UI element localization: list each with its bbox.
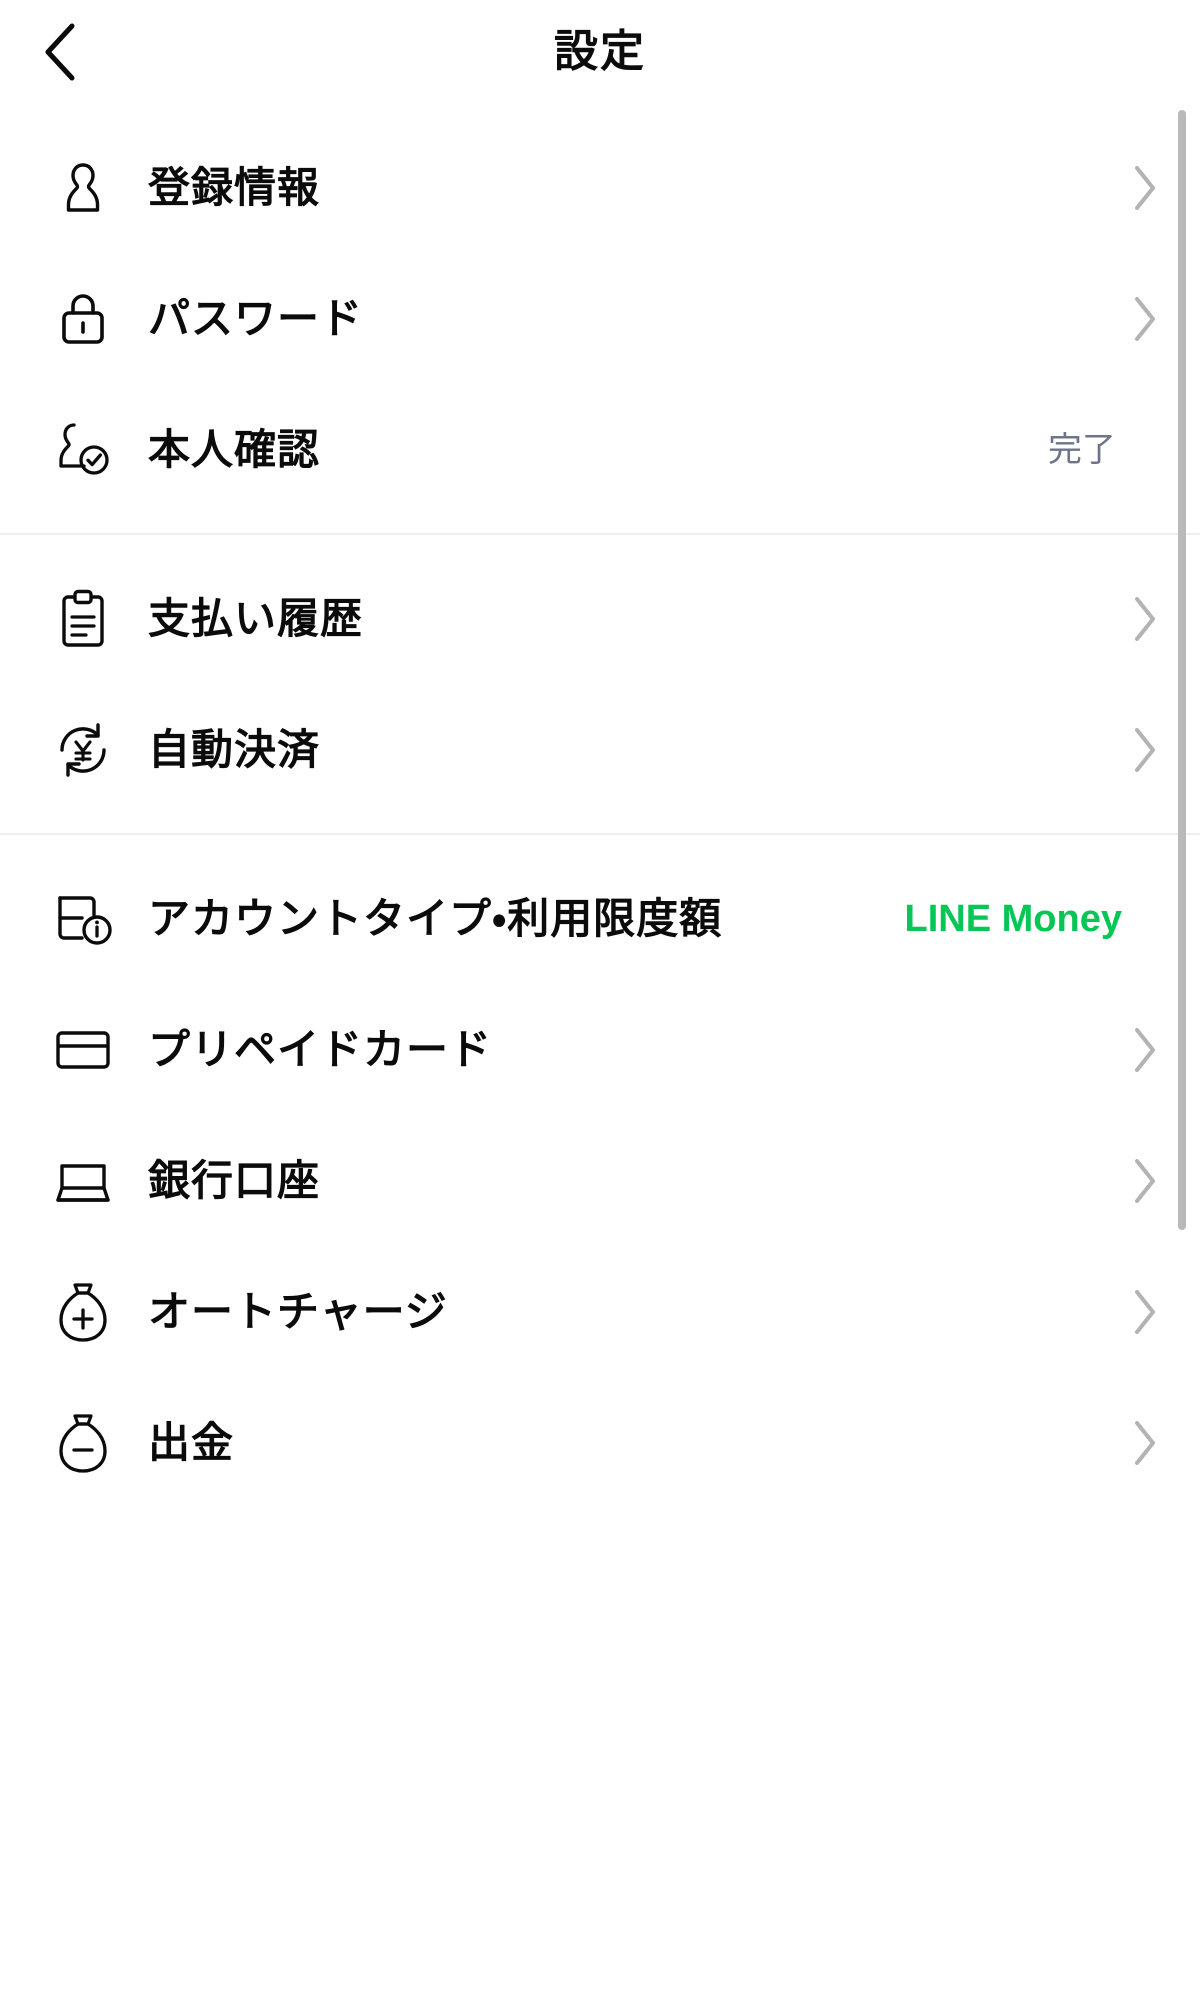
chevron-right-icon[interactable] <box>1130 1155 1160 1207</box>
page-header: 設定 <box>0 0 1200 104</box>
chevron-right-icon[interactable] <box>1130 1024 1160 1076</box>
settings-row-label: 登録情報 <box>148 163 321 211</box>
page-title: 設定 <box>554 27 646 76</box>
settings-row-label: アカウントタイプ・利用限度額 <box>148 894 723 942</box>
settings-row-value: LINE Money <box>904 897 1122 940</box>
lock-icon <box>52 288 114 350</box>
settings-group-money-group: アカウントタイプ・利用限度額 LINE Money プリペイドカード 銀行口座オートチ… <box>0 833 1200 1526</box>
settings-row-label: パスワード <box>148 294 364 342</box>
chevron-right-icon[interactable] <box>1130 593 1160 645</box>
chevron-right-icon[interactable] <box>1130 724 1160 776</box>
settings-row-label: 銀行口座 <box>148 1156 321 1204</box>
settings-row-payment-history[interactable]: 支払い履歴 <box>0 553 1200 684</box>
bank-icon <box>52 1150 114 1212</box>
settings-row-value: 完了 <box>1048 430 1116 469</box>
clipboard-icon <box>52 588 114 650</box>
settings-row-auto-charge[interactable]: オートチャージ <box>0 1246 1200 1377</box>
settings-row-label: オートチャージ <box>148 1287 448 1335</box>
chevron-right-icon[interactable] <box>1130 293 1160 345</box>
chevron-left-icon <box>38 20 82 84</box>
chevron-right-icon[interactable] <box>1130 1417 1160 1469</box>
money-bag-plus-icon <box>52 1281 114 1343</box>
settings-scroll-area[interactable]: 登録情報パスワード本人確認 完了支払い履歴自動決済アカウントタイプ・利用限度額 LI… <box>0 104 1200 1997</box>
settings-row-account-type-limit[interactable]: アカウントタイプ・利用限度額 LINE Money <box>0 853 1200 984</box>
settings-row-label: 自動決済 <box>148 725 321 773</box>
vertical-scrollbar[interactable] <box>1178 110 1186 1230</box>
settings-row-label: 本人確認 <box>148 425 321 473</box>
settings-row-label: プリペイドカード <box>148 1025 493 1073</box>
chevron-right-icon[interactable] <box>1130 1286 1160 1338</box>
account-info-icon <box>52 888 114 950</box>
chevron-right-icon[interactable] <box>1130 162 1160 214</box>
settings-row-identity-verification[interactable]: 本人確認 完了 <box>0 384 1200 515</box>
yen-refresh-icon <box>52 719 114 781</box>
settings-row-withdrawal[interactable]: 出金 <box>0 1377 1200 1508</box>
settings-group-payment-group: 支払い履歴 自動決済 <box>0 533 1200 833</box>
settings-row-bank-account[interactable]: 銀行口座 <box>0 1115 1200 1246</box>
settings-row-label: 支払い履歴 <box>148 594 364 642</box>
money-bag-minus-icon <box>52 1412 114 1474</box>
settings-row-prepaid-card[interactable]: プリペイドカード <box>0 984 1200 1115</box>
settings-row-registration-info[interactable]: 登録情報 <box>0 122 1200 253</box>
person-icon <box>52 157 114 219</box>
settings-row-password[interactable]: パスワード <box>0 253 1200 384</box>
settings-group-account-group: 登録情報パスワード本人確認 完了 <box>0 104 1200 533</box>
back-button[interactable] <box>24 16 96 88</box>
settings-row-label: 出金 <box>148 1418 235 1466</box>
person-check-icon <box>52 419 114 481</box>
credit-card-icon <box>52 1019 114 1081</box>
settings-row-auto-payment[interactable]: 自動決済 <box>0 684 1200 815</box>
